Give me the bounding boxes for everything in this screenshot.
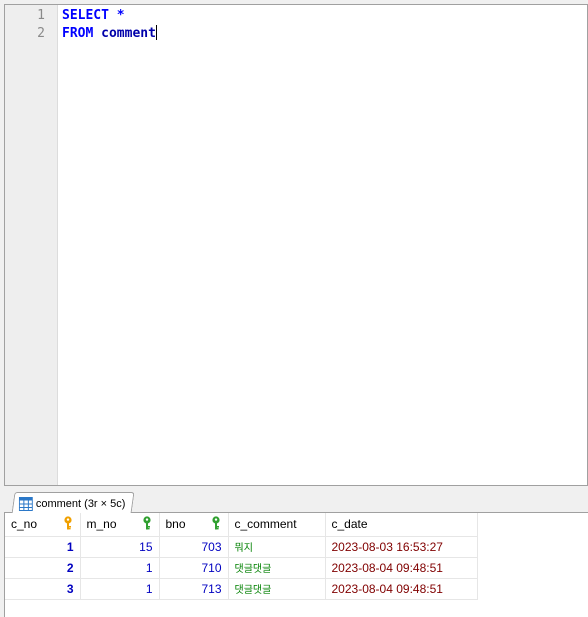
foreign-key-icon (211, 516, 220, 530)
result-tab-comment[interactable]: comment (3r × 5c) (11, 492, 135, 514)
cell-c_no[interactable]: 2 (5, 557, 81, 579)
result-table: c_no m_no bno c_comment c_date 1 15 703 뭐지 2… (5, 513, 478, 600)
key-indicator (210, 516, 222, 533)
key-indicator (141, 516, 153, 533)
column-header-bno[interactable]: bno (159, 513, 229, 537)
cell-bno[interactable]: 710 (159, 557, 229, 579)
cell-c_date[interactable]: 2023-08-04 09:48:51 (325, 578, 478, 600)
cell-c_comment[interactable]: 댓글댓글 (228, 578, 326, 600)
table-row[interactable]: 3 1 713 댓글댓글 2023-08-04 09:48:51 (5, 578, 478, 600)
line-number: 2 (37, 26, 45, 41)
column-header-m_no[interactable]: m_no (80, 513, 160, 537)
cell-c_no[interactable]: 3 (5, 578, 81, 600)
cell-m_no[interactable]: 1 (80, 557, 160, 579)
result-tab-strip: comment (3r × 5c) (4, 486, 588, 514)
column-header-c_no[interactable]: c_no (5, 513, 81, 537)
cell-c_date[interactable]: 2023-08-03 16:53:27 (325, 536, 478, 558)
result-tab-label: comment (3r × 5c) (35, 497, 126, 510)
table-grid-icon (18, 496, 33, 511)
code-line[interactable]: SELECT * (62, 7, 157, 25)
cell-m_no[interactable]: 15 (80, 536, 160, 558)
text-caret (155, 25, 157, 40)
column-name: c_no (11, 517, 38, 532)
cell-bno[interactable]: 703 (159, 536, 229, 558)
column-header-c_date[interactable]: c_date (325, 513, 478, 537)
cell-bno[interactable]: 713 (159, 578, 229, 600)
primary-key-icon (63, 516, 72, 530)
table-row[interactable]: 2 1 710 댓글댓글 2023-08-04 09:48:51 (5, 557, 478, 579)
cell-c_comment[interactable]: 뭐지 (228, 536, 326, 558)
code-token: FROM (62, 26, 94, 41)
cell-c_no[interactable]: 1 (5, 536, 81, 558)
cell-m_no[interactable]: 1 (80, 578, 160, 600)
cell-c_date[interactable]: 2023-08-04 09:48:51 (325, 557, 478, 579)
result-grid[interactable]: c_no m_no bno c_comment c_date 1 15 703 뭐지 2… (4, 513, 588, 617)
sql-code-area[interactable]: SELECT * FROM comment (62, 7, 157, 43)
column-name: m_no (86, 517, 117, 532)
table-row[interactable]: 1 15 703 뭐지 2023-08-03 16:53:27 (5, 536, 478, 558)
column-name: c_comment (234, 517, 297, 532)
key-indicator (62, 516, 74, 533)
code-line[interactable]: FROM comment (62, 25, 157, 43)
header-row: c_no m_no bno c_comment c_date (5, 513, 478, 537)
sql-editor[interactable]: 12 SELECT * FROM comment (4, 4, 588, 486)
column-name: bno (165, 517, 186, 532)
cell-c_comment[interactable]: 댓글댓글 (228, 557, 326, 579)
code-token: comment (101, 26, 156, 41)
line-number-gutter: 12 (5, 5, 58, 485)
code-token: SELECT (62, 8, 109, 23)
column-name: c_date (331, 517, 368, 532)
foreign-key-icon (142, 516, 151, 530)
column-header-c_comment[interactable]: c_comment (228, 513, 326, 537)
line-number: 1 (37, 8, 45, 23)
code-token: * (116, 8, 125, 23)
